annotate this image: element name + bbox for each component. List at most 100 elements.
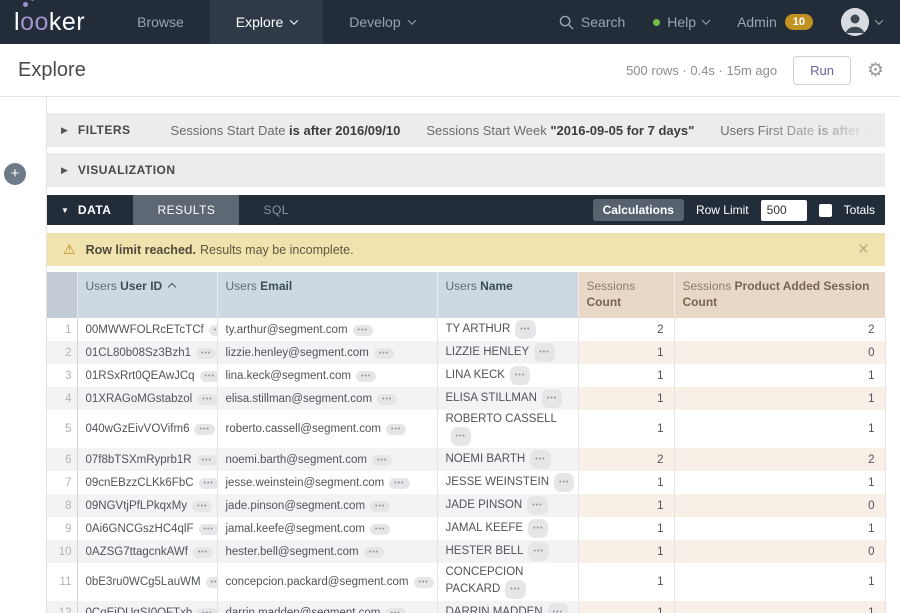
measure-cell[interactable]: 0: [674, 341, 885, 364]
measure-cell[interactable]: 1: [674, 601, 885, 613]
data-cell[interactable]: 01XRAGoMGstabzol•••: [77, 387, 217, 410]
column-header-count[interactable]: Sessions Count: [578, 272, 674, 318]
measure-cell[interactable]: 1: [578, 364, 674, 387]
data-cell[interactable]: CONCEPCION PACKARD•••: [437, 563, 578, 601]
measure-cell[interactable]: 1: [578, 563, 674, 601]
data-cell[interactable]: HESTER BELL•••: [437, 540, 578, 563]
cell-menu-icon[interactable]: •••: [554, 473, 574, 492]
data-cell[interactable]: lina.keck@segment.com•••: [217, 364, 437, 387]
nav-item-browse[interactable]: Browse: [111, 0, 210, 44]
measure-cell[interactable]: 1: [674, 517, 885, 540]
data-cell[interactable]: JAMAL KEEFE•••: [437, 517, 578, 540]
visualization-bar[interactable]: ▶ VISUALIZATION: [47, 153, 885, 187]
totals-checkbox[interactable]: [819, 204, 832, 217]
user-menu[interactable]: [841, 8, 882, 36]
cell-menu-icon[interactable]: •••: [510, 366, 530, 385]
data-cell[interactable]: 00MWWFOLRcETcTCf•••: [77, 318, 217, 341]
cell-menu-icon[interactable]: •••: [199, 524, 218, 535]
data-cell[interactable]: NOEMI BARTH•••: [437, 448, 578, 471]
cell-menu-icon[interactable]: •••: [206, 577, 217, 588]
cell-menu-icon[interactable]: •••: [200, 371, 217, 382]
data-cell[interactable]: 09NGVtjPfLPkqxMy•••: [77, 494, 217, 517]
cell-menu-icon[interactable]: •••: [197, 608, 217, 613]
add-field-button[interactable]: +: [4, 163, 26, 185]
column-header-product-added-session-count[interactable]: Sessions Product Added Session Count: [674, 272, 885, 318]
admin-menu[interactable]: Admin 10: [737, 14, 813, 30]
data-cell[interactable]: jamal.keefe@segment.com•••: [217, 517, 437, 540]
data-cell[interactable]: elisa.stillman@segment.com•••: [217, 387, 437, 410]
measure-cell[interactable]: 1: [674, 563, 885, 601]
data-cell[interactable]: LINA KECK•••: [437, 364, 578, 387]
measure-cell[interactable]: 1: [578, 601, 674, 613]
tab-sql[interactable]: SQL: [239, 195, 313, 225]
filter-item[interactable]: Sessions Start Week "2016-09-05 for 7 da…: [426, 123, 694, 138]
gear-icon[interactable]: ⚙: [867, 61, 884, 80]
cell-menu-icon[interactable]: •••: [548, 603, 568, 613]
cell-menu-icon[interactable]: •••: [515, 320, 535, 339]
data-cell[interactable]: DARRIN MADDEN•••: [437, 601, 578, 613]
data-cell[interactable]: roberto.cassell@segment.com•••: [217, 410, 437, 448]
cell-menu-icon[interactable]: •••: [197, 394, 217, 405]
cell-menu-icon[interactable]: •••: [370, 524, 390, 535]
cell-menu-icon[interactable]: •••: [374, 348, 394, 359]
cell-menu-icon[interactable]: •••: [385, 608, 405, 613]
run-button[interactable]: Run: [793, 56, 851, 85]
filters-bar[interactable]: ▶ FILTERS Sessions Start Date is after 2…: [47, 113, 885, 147]
cell-menu-icon[interactable]: •••: [534, 343, 554, 362]
cell-menu-icon[interactable]: •••: [542, 389, 562, 408]
cell-menu-icon[interactable]: •••: [389, 478, 409, 489]
data-cell[interactable]: ROBERTO CASSELL•••: [437, 410, 578, 448]
data-cell[interactable]: 0AZSG7ttagcnkAWf•••: [77, 540, 217, 563]
cell-menu-icon[interactable]: •••: [370, 501, 390, 512]
data-cell[interactable]: LIZZIE HENLEY•••: [437, 341, 578, 364]
cell-menu-icon[interactable]: •••: [527, 496, 547, 515]
measure-cell[interactable]: 2: [578, 318, 674, 341]
cell-menu-icon[interactable]: •••: [194, 424, 214, 435]
data-section-toggle[interactable]: ▼ DATA: [47, 195, 133, 225]
tab-results[interactable]: RESULTS: [133, 195, 239, 225]
measure-cell[interactable]: 2: [674, 318, 885, 341]
data-cell[interactable]: darrin.madden@segment.com•••: [217, 601, 437, 613]
measure-cell[interactable]: 1: [674, 471, 885, 494]
search-button[interactable]: Search: [559, 14, 625, 30]
data-cell[interactable]: ty.arthur@segment.com•••: [217, 318, 437, 341]
cell-menu-icon[interactable]: •••: [353, 325, 373, 336]
cell-menu-icon[interactable]: •••: [364, 547, 384, 558]
measure-cell[interactable]: 1: [674, 410, 885, 448]
cell-menu-icon[interactable]: •••: [414, 577, 434, 588]
nav-item-develop[interactable]: Develop: [323, 0, 440, 44]
data-cell[interactable]: 0Ai6GNCGszHC4qlF•••: [77, 517, 217, 540]
data-cell[interactable]: hester.bell@segment.com•••: [217, 540, 437, 563]
row-limit-input[interactable]: [761, 200, 807, 221]
help-menu[interactable]: Help: [653, 14, 709, 30]
cell-menu-icon[interactable]: •••: [356, 371, 376, 382]
data-cell[interactable]: 01CL80b08Sz3Bzh1•••: [77, 341, 217, 364]
measure-cell[interactable]: 2: [674, 448, 885, 471]
measure-cell[interactable]: 0: [674, 540, 885, 563]
measure-cell[interactable]: 1: [674, 387, 885, 410]
cell-menu-icon[interactable]: •••: [372, 455, 392, 466]
measure-cell[interactable]: 1: [578, 494, 674, 517]
data-cell[interactable]: JADE PINSON•••: [437, 494, 578, 517]
measure-cell[interactable]: 2: [578, 448, 674, 471]
cell-menu-icon[interactable]: •••: [530, 450, 550, 469]
close-icon[interactable]: ×: [858, 240, 869, 259]
nav-item-explore[interactable]: Explore: [210, 0, 323, 44]
data-cell[interactable]: 0CqEiDUgSI0OFTxh•••: [77, 601, 217, 613]
data-cell[interactable]: 01RSxRrt0QEAwJCq•••: [77, 364, 217, 387]
data-cell[interactable]: jesse.weinstein@segment.com•••: [217, 471, 437, 494]
measure-cell[interactable]: 0: [674, 494, 885, 517]
measure-cell[interactable]: 1: [578, 471, 674, 494]
cell-menu-icon[interactable]: •••: [192, 501, 212, 512]
cell-menu-icon[interactable]: •••: [386, 424, 406, 435]
cell-menu-icon[interactable]: •••: [528, 542, 548, 561]
cell-menu-icon[interactable]: •••: [196, 348, 216, 359]
data-cell[interactable]: ELISA STILLMAN•••: [437, 387, 578, 410]
data-cell[interactable]: JESSE WEINSTEIN•••: [437, 471, 578, 494]
data-cell[interactable]: lizzie.henley@segment.com•••: [217, 341, 437, 364]
measure-cell[interactable]: 1: [578, 387, 674, 410]
looker-logo[interactable]: looker: [0, 0, 111, 44]
measure-cell[interactable]: 1: [578, 540, 674, 563]
column-header-name[interactable]: Users Name: [437, 272, 578, 318]
measure-cell[interactable]: 1: [578, 341, 674, 364]
